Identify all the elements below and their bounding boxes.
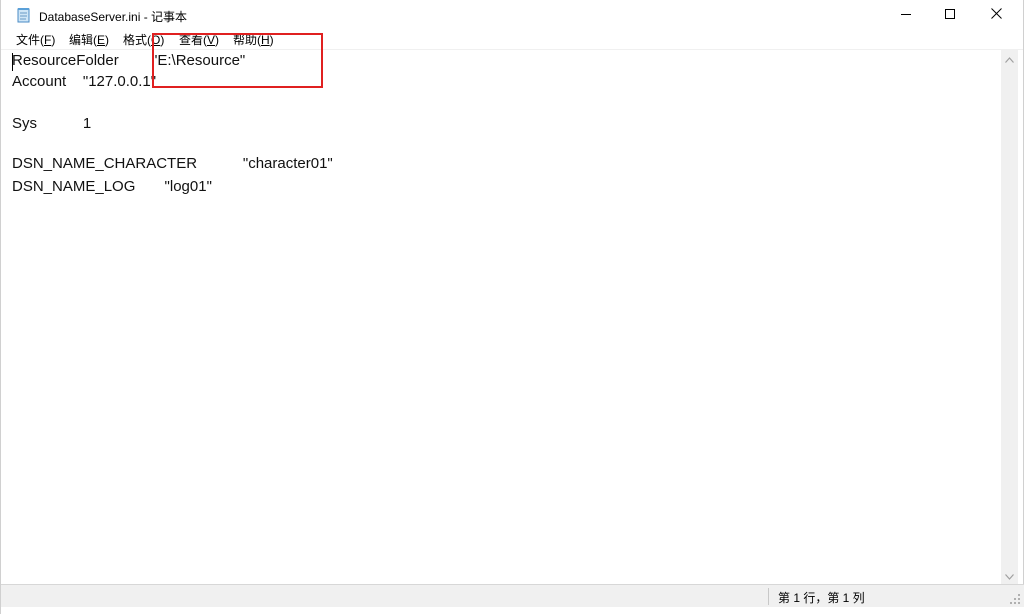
menu-format[interactable]: 格式(O) <box>122 32 165 49</box>
window-title: DatabaseServer.ini - 记事本 <box>39 10 188 24</box>
scroll-up-button[interactable] <box>1001 50 1018 67</box>
vertical-scrollbar[interactable] <box>1001 50 1018 584</box>
text-line: DSN_NAME_LOG "log01" <box>12 178 212 195</box>
text-line: DSN_NAME_CHARACTER "character01" <box>12 155 333 172</box>
menu-view[interactable]: 查看(V) <box>178 32 220 49</box>
notepad-window: DatabaseServer.ini - 记事本 文件(F) 编辑(E) 格式(… <box>0 0 1024 614</box>
menu-help[interactable]: 帮助(H) <box>232 32 275 49</box>
menu-edit[interactable]: 编辑(E) <box>68 32 110 49</box>
menu-bar: 文件(F) 编辑(E) 格式(O) 查看(V) 帮助(H) <box>1 30 1023 50</box>
close-button[interactable] <box>973 0 1019 30</box>
maximize-icon <box>945 6 955 24</box>
minimize-icon <box>901 6 911 24</box>
chevron-up-icon <box>1005 50 1014 68</box>
menu-file[interactable]: 文件(F) <box>15 32 56 49</box>
status-bar: 第 1 行，第 1 列 <box>1 584 1024 607</box>
text-line: Sys 1 <box>12 115 92 132</box>
minimize-button[interactable] <box>883 0 929 30</box>
resize-grip-icon[interactable] <box>1009 592 1021 604</box>
maximize-button[interactable] <box>927 0 973 30</box>
text-editor[interactable]: ResourceFolder "E:\Resource" Account "12… <box>1 50 1001 584</box>
text-line: Account "127.0.0.1" <box>12 73 157 90</box>
cursor-position: 第 1 行，第 1 列 <box>778 591 865 605</box>
notepad-icon <box>17 7 31 23</box>
scroll-down-button[interactable] <box>1001 567 1018 584</box>
status-divider <box>768 588 769 605</box>
chevron-down-icon <box>1005 567 1014 585</box>
text-line: ResourceFolder "E:\Resource" <box>12 52 246 69</box>
close-icon <box>990 6 1002 24</box>
window-bottom-edge <box>1 607 1024 614</box>
title-bar[interactable]: DatabaseServer.ini - 记事本 <box>1 0 1023 30</box>
text-caret <box>12 53 13 71</box>
